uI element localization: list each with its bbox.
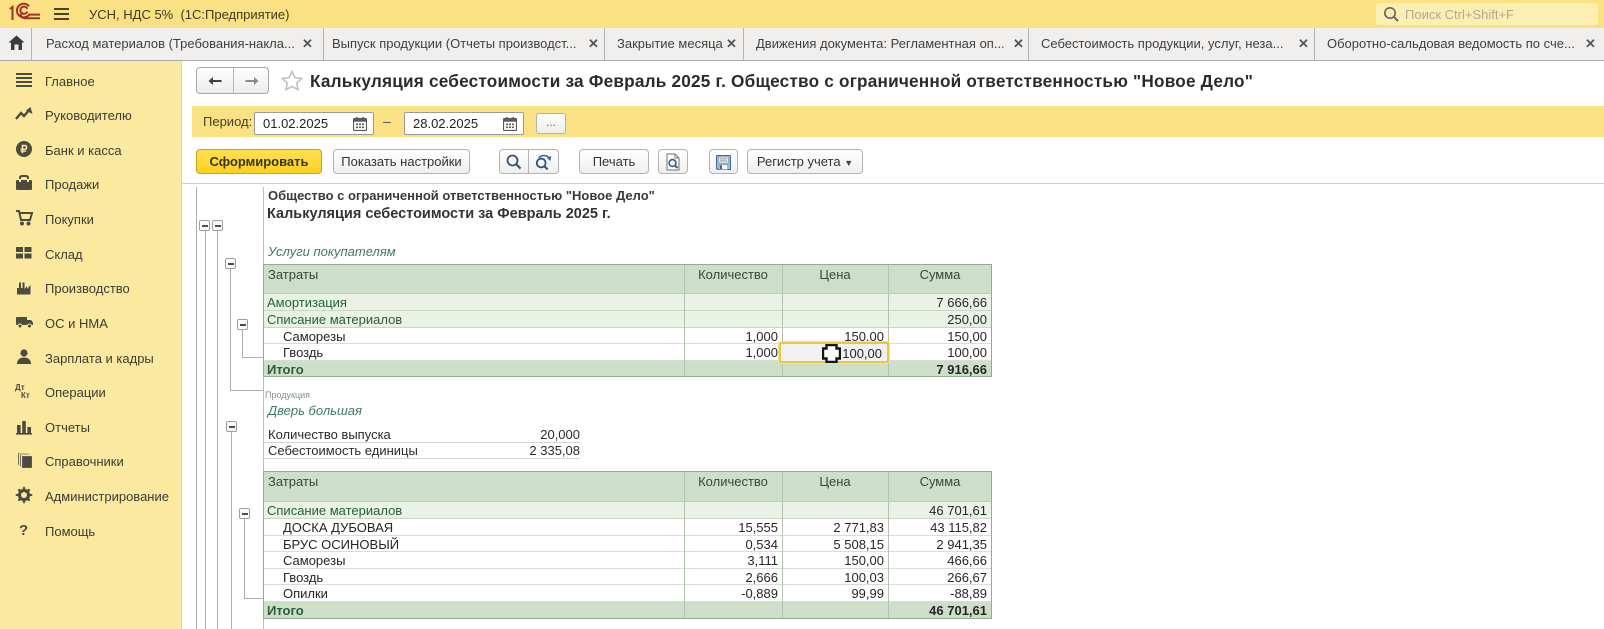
svg-text:₽: ₽ <box>21 144 28 156</box>
svg-text:?: ? <box>19 522 28 539</box>
svg-text:Кт: Кт <box>21 391 30 400</box>
